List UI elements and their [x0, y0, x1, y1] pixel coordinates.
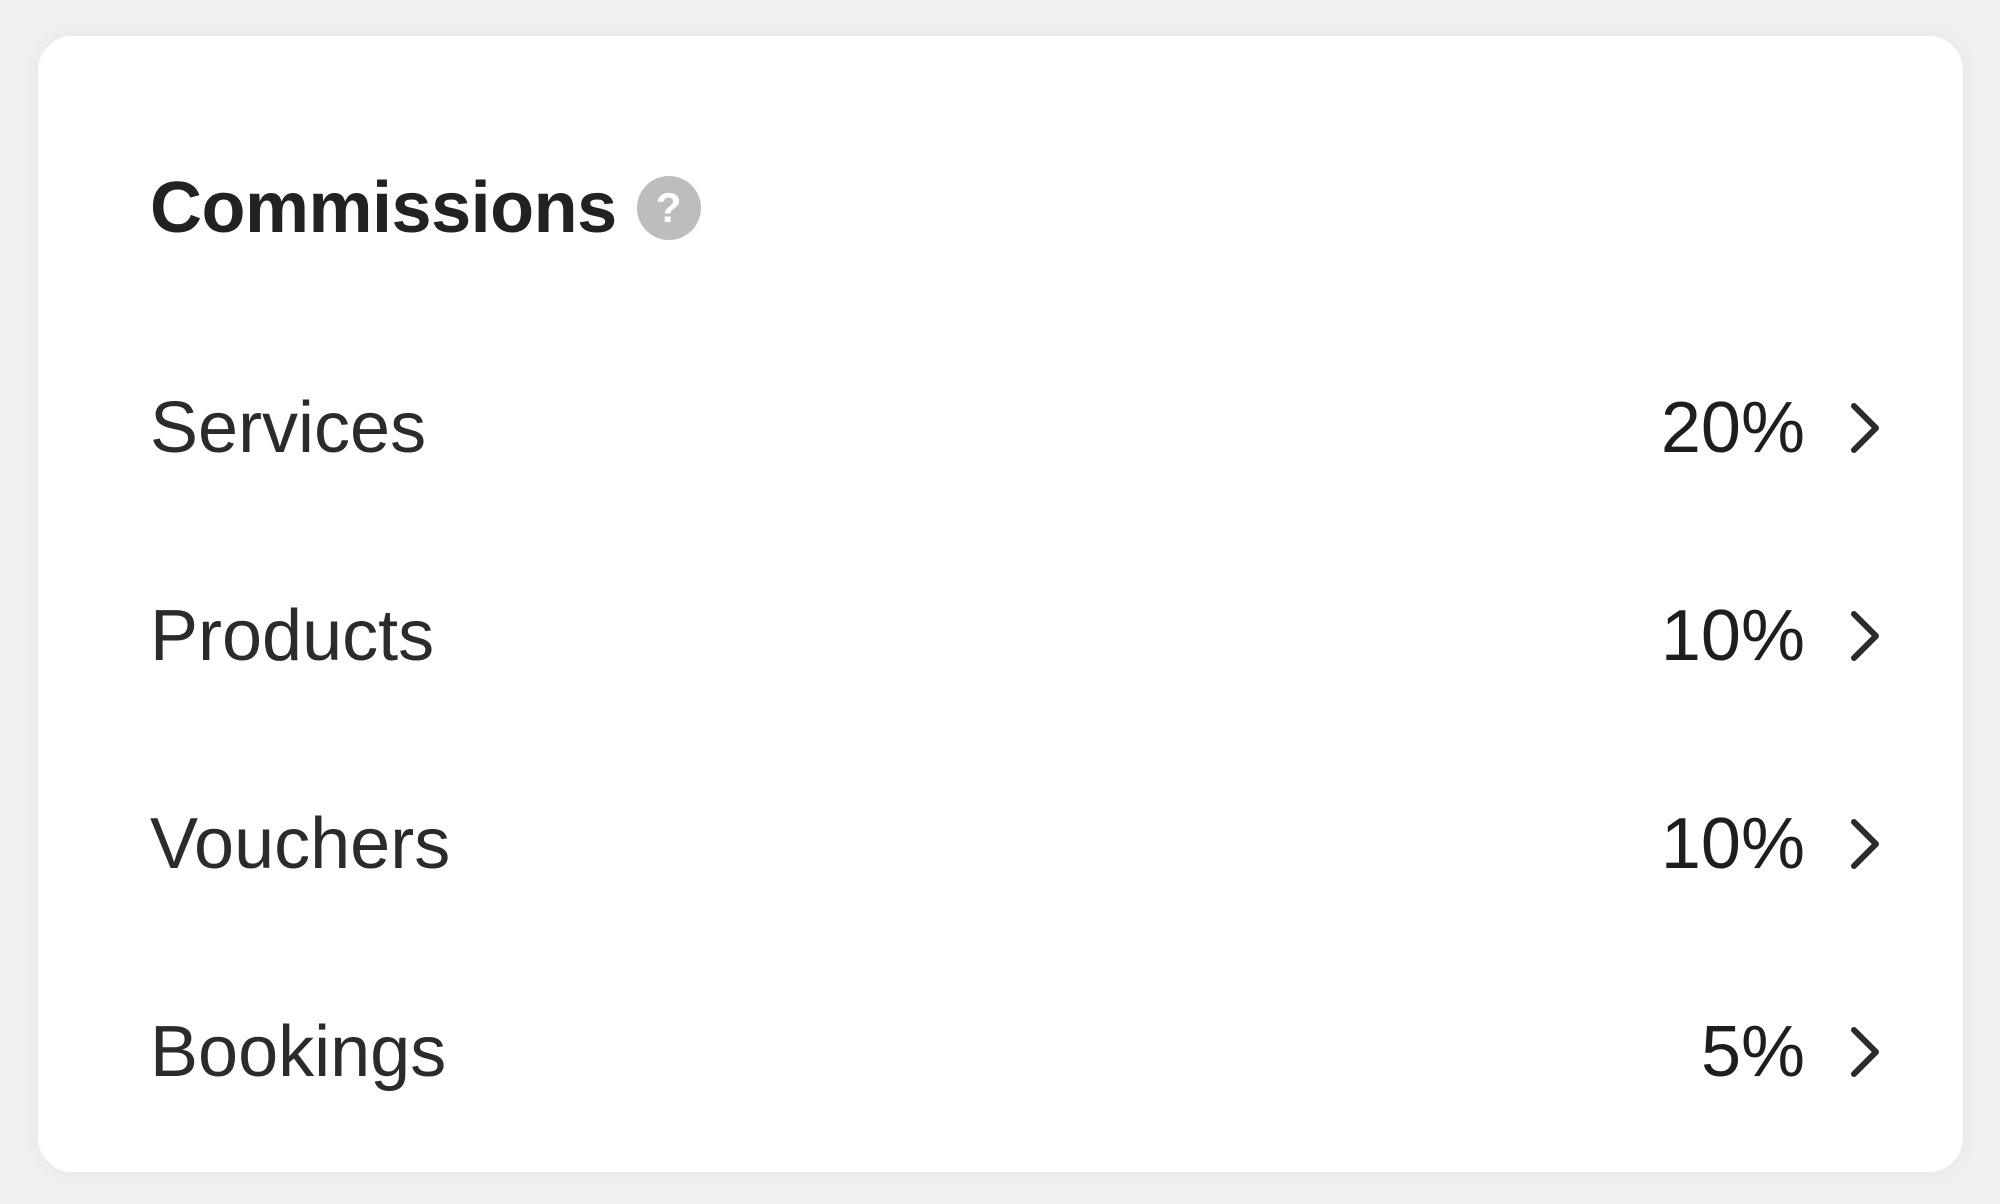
- row-label: Services: [150, 388, 427, 468]
- row-label: Bookings: [150, 1012, 447, 1092]
- card-header: Commissions ?: [150, 172, 701, 244]
- card-title: Commissions: [150, 168, 617, 248]
- row-value: 5%: [1700, 1012, 1805, 1092]
- chevron-right-icon: [1845, 1022, 1885, 1082]
- chevron-right-icon: [1845, 398, 1885, 458]
- commission-row-vouchers[interactable]: Vouchers 10%: [150, 784, 1885, 904]
- row-right: 10%: [1661, 808, 1885, 880]
- row-label: Products: [150, 596, 435, 676]
- chevron-right-icon: [1845, 814, 1885, 874]
- question-mark-icon[interactable]: ?: [636, 176, 701, 240]
- commission-row-bookings[interactable]: Bookings 5%: [150, 992, 1885, 1112]
- commission-row-products[interactable]: Products 10%: [150, 576, 1885, 696]
- row-value: 20%: [1660, 388, 1805, 468]
- row-value: 10%: [1660, 596, 1805, 676]
- row-value: 10%: [1660, 804, 1805, 884]
- chevron-right-icon: [1845, 606, 1885, 666]
- row-right: 5%: [1701, 1016, 1885, 1088]
- commissions-card: Commissions ? Services 20% Products 10% …: [38, 36, 1963, 1172]
- row-right: 20%: [1661, 392, 1885, 464]
- row-right: 10%: [1661, 600, 1885, 672]
- commission-row-services[interactable]: Services 20%: [150, 368, 1885, 488]
- row-label: Vouchers: [150, 804, 451, 884]
